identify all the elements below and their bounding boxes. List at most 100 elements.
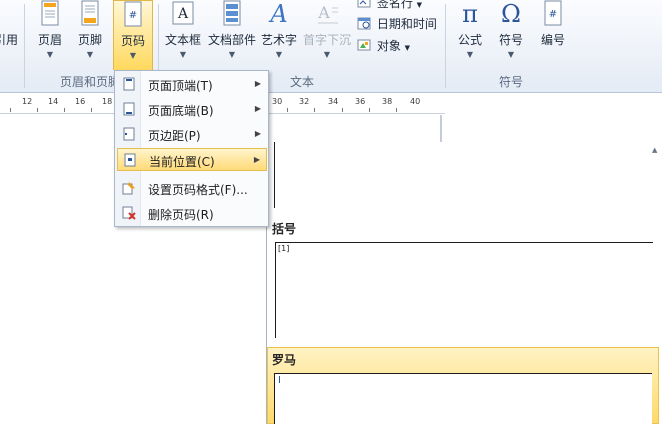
page-number-icon: # (124, 1, 142, 27)
footer-label: 页脚 (77, 33, 102, 47)
submenu-arrow-icon: ▶ (253, 155, 260, 164)
signature-icon (357, 0, 371, 9)
signature-line-button[interactable]: 签名行 ▼ (357, 0, 422, 14)
ribbon: 引用 页眉 ▼ 页脚 ▼ # 页码 ▼ A 文本框 ▼ 文档部件 ▼ A 艺术字… (0, 0, 662, 93)
chevron-down-icon: ▼ (46, 50, 54, 59)
group-separator (445, 4, 446, 88)
gallery-section-roman: 罗马 (272, 353, 297, 367)
chevron-down-icon: ▼ (275, 50, 283, 59)
svg-text:#: # (549, 9, 557, 20)
submenu-arrow-icon: ▶ (254, 129, 261, 138)
ruler-mark (37, 108, 38, 112)
menu-item-label: 设置页码格式(F)... (148, 183, 248, 197)
object-button[interactable]: 对象 ▼ (357, 37, 410, 57)
header-label: 页眉 (37, 33, 62, 47)
gallery-item-roman[interactable]: 罗马 I (267, 347, 659, 424)
ruler-tick: 12 (22, 97, 33, 106)
ruler-mark (64, 108, 65, 112)
ruler-mark (369, 108, 370, 112)
ruler-tick: 40 (410, 97, 421, 106)
ruler-mark (396, 108, 397, 112)
svg-text:A: A (268, 0, 287, 28)
chevron-down-icon: ▼ (129, 51, 137, 60)
date-time-label: 日期和时间 (376, 17, 437, 31)
chevron-down-icon: ▼ (179, 50, 187, 59)
text-box-label: 文本框 (164, 33, 201, 47)
current-position-icon (124, 153, 136, 167)
ruler-tick: 16 (75, 97, 86, 106)
header-icon (41, 0, 59, 26)
submenu-arrow-icon: ▶ (254, 79, 261, 88)
page-number-label: 页码 (120, 34, 145, 48)
word-art-label: 艺术字 (260, 33, 297, 47)
footer-button[interactable]: 页脚 ▼ (73, 0, 107, 70)
page-number-gallery: ▲ 括号 [1] 罗马 I (266, 142, 662, 424)
svg-text:A: A (177, 6, 189, 22)
header-button[interactable]: 页眉 ▼ (33, 0, 67, 70)
date-time-button[interactable]: 日期和时间 (357, 15, 437, 35)
menu-item-top-of-page[interactable]: 页面顶端(T) ▶ (117, 73, 267, 96)
gallery-preview-roman: I (274, 373, 652, 424)
object-label: 对象 (376, 39, 401, 53)
ruler-tick: 32 (299, 97, 310, 106)
group-separator (24, 4, 25, 88)
gallery-item-brackets[interactable]: [1] (267, 238, 659, 338)
ruler-tick: 34 (328, 97, 339, 106)
chevron-down-icon: ▼ (323, 50, 331, 59)
remove-page-number-icon (122, 206, 136, 220)
menu-item-remove-page-numbers[interactable]: 删除页码(R) (117, 202, 267, 225)
page-bottom-icon (123, 102, 135, 116)
calendar-icon (357, 16, 371, 30)
menu-item-current-position[interactable]: 当前位置(C) ▶ (117, 148, 267, 171)
ruler-mark (342, 108, 343, 112)
scroll-up-icon[interactable]: ▲ (652, 146, 660, 154)
ruler-mark (287, 108, 288, 112)
menu-item-bottom-of-page[interactable]: 页面底端(B) ▶ (117, 98, 267, 121)
menu-item-label: 页面顶端(T) (148, 79, 213, 93)
footer-icon (81, 0, 99, 26)
group-label-header-footer: 页眉和页脚 (60, 75, 121, 89)
text-box-icon: A (172, 1, 194, 25)
gallery-sample-brackets: [1] (278, 244, 290, 253)
omega-icon: Ω (501, 0, 521, 28)
quick-parts-icon (223, 0, 241, 26)
symbol-label: 符号 (498, 33, 523, 47)
svg-text:π: π (462, 0, 478, 28)
chevron-down-icon: ▼ (507, 50, 515, 59)
svg-text:Ω: Ω (501, 0, 521, 28)
ruler-tick: 36 (355, 97, 366, 106)
ruler-mark (314, 108, 315, 112)
page-number-button[interactable]: # 页码 ▼ (113, 0, 153, 70)
menu-item-label: 当前位置(C) (149, 155, 215, 169)
menu-item-format-page-numbers[interactable]: 设置页码格式(F)... (117, 177, 267, 200)
number-icon: # (544, 0, 562, 26)
word-art-button[interactable]: A 艺术字 ▼ (259, 0, 299, 70)
ruler-mark (10, 108, 11, 112)
number-button[interactable]: # 编号 (535, 0, 571, 70)
page-top-icon (123, 77, 135, 91)
drop-cap-button[interactable]: A 首字下沉 ▼ (301, 0, 353, 70)
menu-item-label: 页边距(P) (148, 129, 201, 143)
gallery-sample-roman: I (278, 375, 281, 386)
ruler-tick: 18 (102, 97, 113, 106)
text-box-button[interactable]: A 文本框 ▼ (163, 0, 203, 70)
svg-text:A: A (317, 3, 330, 22)
gallery-section-brackets: 括号 (272, 222, 297, 236)
cross-reference-label: 引用 (0, 33, 19, 47)
menu-item-page-margins[interactable]: 页边距(P) ▶ (117, 123, 267, 146)
quick-parts-button[interactable]: 文档部件 ▼ (206, 0, 258, 70)
drop-cap-icon: A (317, 3, 338, 24)
equation-button[interactable]: π 公式 ▼ (452, 0, 488, 70)
chevron-down-icon: ▼ (466, 50, 474, 59)
quick-parts-label: 文档部件 (207, 33, 256, 47)
submenu-arrow-icon: ▶ (254, 104, 261, 113)
ruler-tick: 30 (272, 97, 283, 106)
word-art-icon: A (268, 0, 287, 28)
cross-reference-button[interactable]: 引用 (0, 0, 22, 70)
signature-line-label: 签名行 (376, 0, 413, 10)
group-label-text: 文本 (290, 75, 315, 89)
page-number-menu: 页面顶端(T) ▶ 页面底端(B) ▶ 页边距(P) ▶ 当前位置(C) ▶ 设… (114, 70, 269, 227)
number-label: 编号 (540, 33, 565, 47)
chevron-down-icon: ▼ (86, 50, 94, 59)
symbol-button[interactable]: Ω 符号 ▼ (493, 0, 529, 70)
